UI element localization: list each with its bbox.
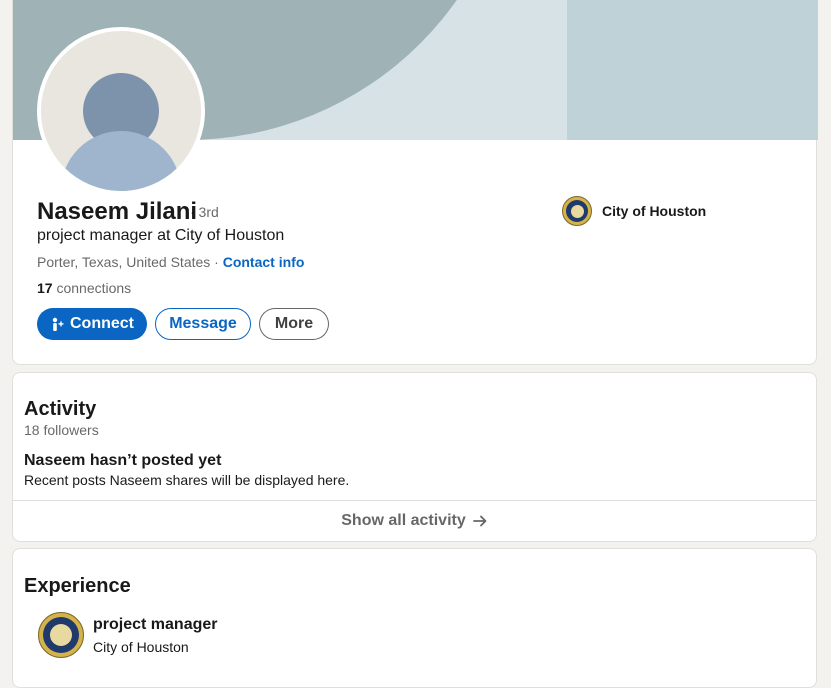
experience-role: project manager xyxy=(93,616,218,633)
profile-headline: project manager at City of Houston xyxy=(37,227,285,244)
seal-ring xyxy=(566,200,588,222)
avatar-placeholder-body xyxy=(61,131,181,191)
show-all-activity-button[interactable]: Show all activity xyxy=(13,501,816,541)
city-of-houston-seal-icon xyxy=(562,196,592,226)
message-button[interactable]: Message xyxy=(155,308,251,340)
activity-title: Activity xyxy=(24,398,97,420)
connect-button[interactable]: Connect xyxy=(37,308,147,340)
profile-name: Naseem Jilani xyxy=(37,198,198,225)
seal-core xyxy=(50,624,72,646)
city-of-houston-seal-icon xyxy=(38,612,84,658)
followers-count: 18 followers xyxy=(24,422,99,438)
location-text: Porter, Texas, United States · xyxy=(37,254,223,270)
connection-degree: · 3rd xyxy=(190,204,219,220)
connect-label: Connect xyxy=(70,315,134,332)
no-posts-text: Recent posts Naseem shares will be displ… xyxy=(24,472,350,488)
seal-core xyxy=(570,204,584,218)
more-button[interactable]: More xyxy=(259,308,329,340)
experience-title: Experience xyxy=(24,575,131,597)
current-company[interactable]: City of Houston xyxy=(562,196,706,226)
no-posts-title: Naseem hasn’t posted yet xyxy=(24,452,222,469)
profile-avatar[interactable] xyxy=(37,27,205,195)
show-all-activity-label: Show all activity xyxy=(341,512,466,529)
connections-label: connections xyxy=(52,280,132,296)
add-person-icon xyxy=(50,317,64,331)
experience-item[interactable] xyxy=(38,612,84,658)
current-company-name: City of Houston xyxy=(602,203,707,219)
connections-count[interactable]: 17 connections xyxy=(37,280,131,296)
experience-company: City of Houston xyxy=(93,639,189,655)
seal-ring xyxy=(43,617,79,653)
profile-location: Porter, Texas, United States · Contact i… xyxy=(37,254,304,270)
contact-info-link[interactable]: Contact info xyxy=(223,254,305,270)
arrow-right-icon xyxy=(472,513,488,529)
connections-number: 17 xyxy=(37,280,53,296)
